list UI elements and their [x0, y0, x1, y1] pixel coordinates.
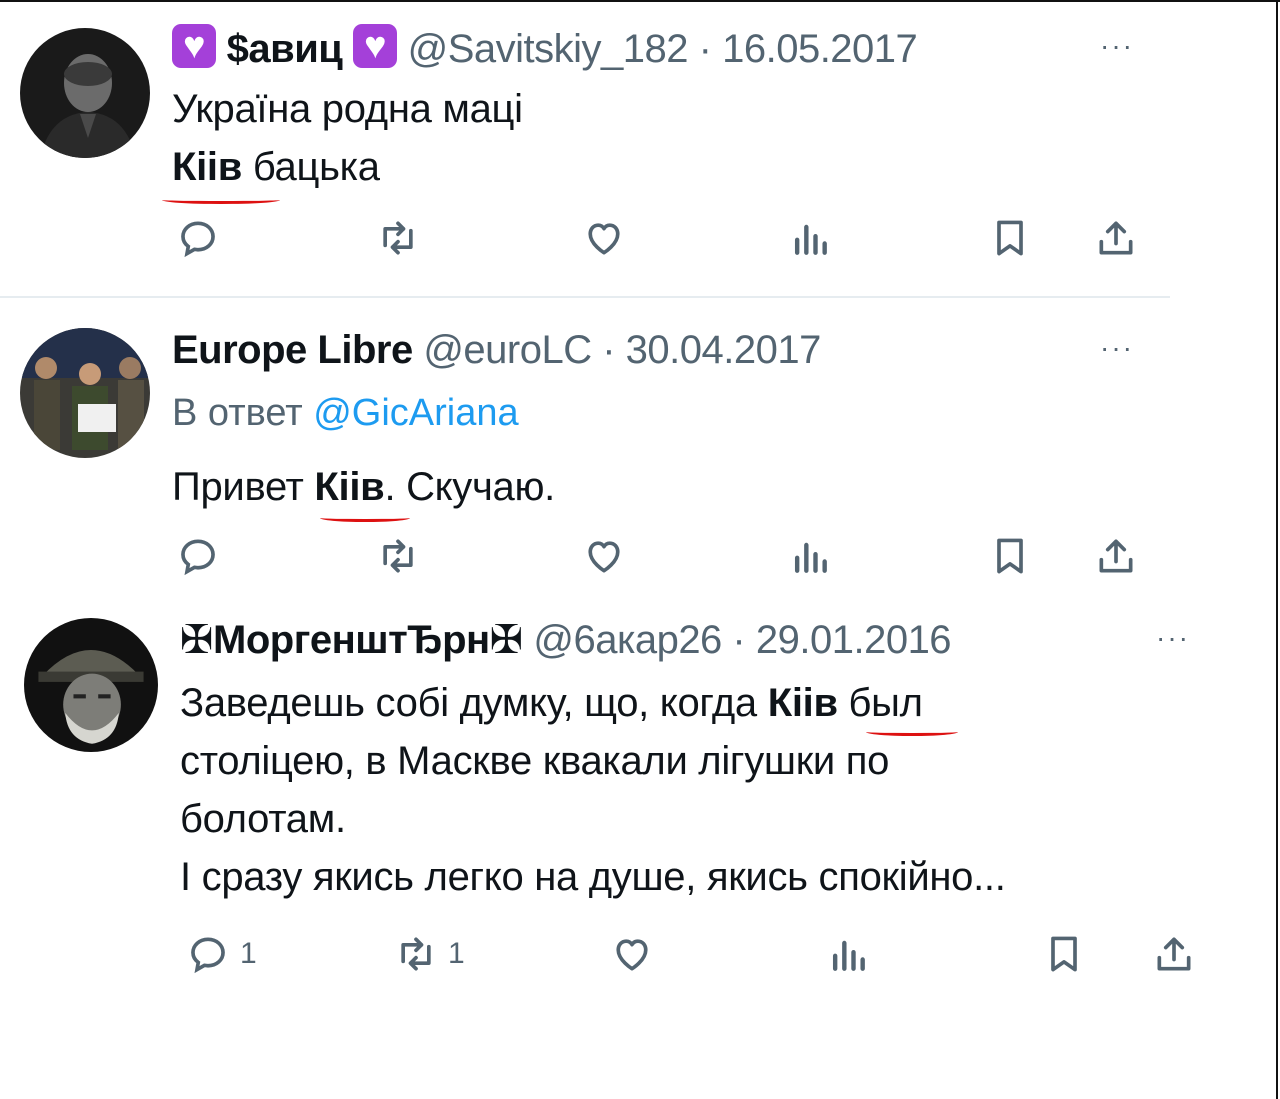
retweet-count: 1 [448, 937, 465, 970]
annotation-underline [866, 728, 958, 736]
separator: · [721, 618, 756, 662]
like-button[interactable] [610, 932, 654, 976]
separator: · [591, 328, 626, 372]
reply-icon [191, 937, 225, 974]
like-icon [588, 223, 620, 255]
retweet-icon [383, 221, 413, 255]
date[interactable]: 30.04.2017 [626, 328, 822, 372]
like-icon [616, 939, 648, 971]
text-line: Заведешь собі думку, що, когда Кіів был [180, 681, 923, 725]
handle[interactable]: @6акар26 [533, 618, 722, 662]
display-name[interactable]: $авиц [227, 27, 343, 71]
text-line: Кіів бацька [172, 145, 380, 189]
annotation-underline [320, 514, 410, 522]
share-button[interactable] [1152, 932, 1196, 976]
share-icon [1157, 937, 1191, 971]
tweet-2[interactable]: Europe Libre @euroLC · 30.04.2017 ··· В … [0, 298, 1280, 598]
replying-to: В ответ @GicAriana [172, 392, 519, 434]
tweet-header: ✠МоргенштЂрн✠ @6акар26 · 29.01.2016 [180, 616, 952, 664]
like-icon [588, 541, 620, 573]
avatar[interactable] [24, 618, 158, 752]
retweet-button[interactable]: 1 [394, 932, 465, 976]
bookmark-button[interactable] [988, 534, 1032, 578]
text-line: століцею, в Маскве квакали лігушки по [180, 739, 890, 783]
handle[interactable]: @euroLC [423, 328, 592, 372]
retweet-button[interactable] [376, 216, 430, 260]
retweet-button[interactable] [376, 534, 430, 578]
views-button[interactable] [788, 216, 832, 260]
bookmark-icon [997, 220, 1023, 256]
text-line: І сразу якись легко на душе, якись спокі… [180, 855, 1006, 899]
action-bar: 1 1 [186, 932, 1206, 980]
text-line: Привет Кіів. Скучаю. [172, 465, 555, 509]
more-icon[interactable]: ··· [1100, 332, 1134, 364]
views-icon [794, 224, 827, 255]
share-icon [1099, 221, 1133, 255]
tweet-text: Привет Кіів. Скучаю. [172, 458, 555, 516]
like-button[interactable] [582, 534, 626, 578]
reply-icon [181, 221, 215, 258]
highlighted-word: Кіів [172, 145, 243, 189]
views-button[interactable] [788, 534, 832, 578]
bookmark-button[interactable] [988, 216, 1032, 260]
views-icon [832, 940, 865, 971]
display-name[interactable]: Europe Libre [172, 328, 413, 372]
reply-count: 1 [240, 937, 257, 970]
handle[interactable]: @Savitskiy_182 [408, 27, 689, 71]
highlighted-word: Кіів [767, 681, 838, 725]
action-bar [176, 216, 1176, 264]
avatar[interactable] [20, 328, 150, 458]
highlighted-word: Кіів [314, 465, 385, 509]
avatar-photo-icon [20, 328, 150, 458]
bookmark-button[interactable] [1042, 932, 1086, 976]
tweet-1[interactable]: $авиц @Savitskiy_182 · 16.05.2017 ··· Ук… [0, 0, 1280, 296]
tweet-header: Europe Libre @euroLC · 30.04.2017 [172, 326, 821, 374]
date[interactable]: 29.01.2016 [756, 618, 952, 662]
share-button[interactable] [1094, 534, 1138, 578]
tweet-text: Україна родна маці Кіів бацька [172, 80, 523, 196]
text-line: Україна родна маці [172, 87, 523, 131]
avatar[interactable] [20, 28, 150, 158]
action-bar [176, 534, 1176, 582]
reply-button[interactable] [176, 534, 230, 578]
more-icon[interactable]: ··· [1100, 30, 1134, 62]
bookmark-icon [997, 538, 1023, 574]
like-button[interactable] [582, 216, 626, 260]
annotation-underline [162, 196, 280, 204]
tweet-3[interactable]: ✠МоргенштЂрн✠ @6акар26 · 29.01.2016 ··· … [0, 598, 1280, 1099]
share-icon [1099, 539, 1133, 573]
display-name[interactable]: ✠МоргенштЂрн✠ [180, 618, 523, 662]
retweet-icon [401, 937, 431, 971]
more-icon[interactable]: ··· [1156, 622, 1190, 654]
bookmark-icon [1051, 936, 1077, 972]
separator: · [688, 27, 723, 71]
heart-badge-icon [353, 24, 398, 68]
share-button[interactable] [1094, 216, 1138, 260]
views-button[interactable] [826, 932, 870, 976]
tweet-header: $авиц @Savitskiy_182 · 16.05.2017 [172, 24, 918, 73]
avatar-photo-icon [24, 618, 158, 752]
heart-badge-icon [172, 24, 216, 68]
views-icon [794, 542, 827, 573]
tweet-text: Заведешь собі думку, що, когда Кіів был … [180, 674, 1006, 906]
reply-icon [181, 539, 215, 576]
reply-button[interactable]: 1 [186, 932, 257, 976]
avatar-photo-icon [20, 28, 150, 158]
retweet-icon [383, 539, 413, 573]
text-line: болотам. [180, 797, 346, 841]
replying-handle-link[interactable]: @GicAriana [313, 392, 518, 434]
reply-button[interactable] [176, 216, 230, 260]
date[interactable]: 16.05.2017 [722, 27, 918, 71]
